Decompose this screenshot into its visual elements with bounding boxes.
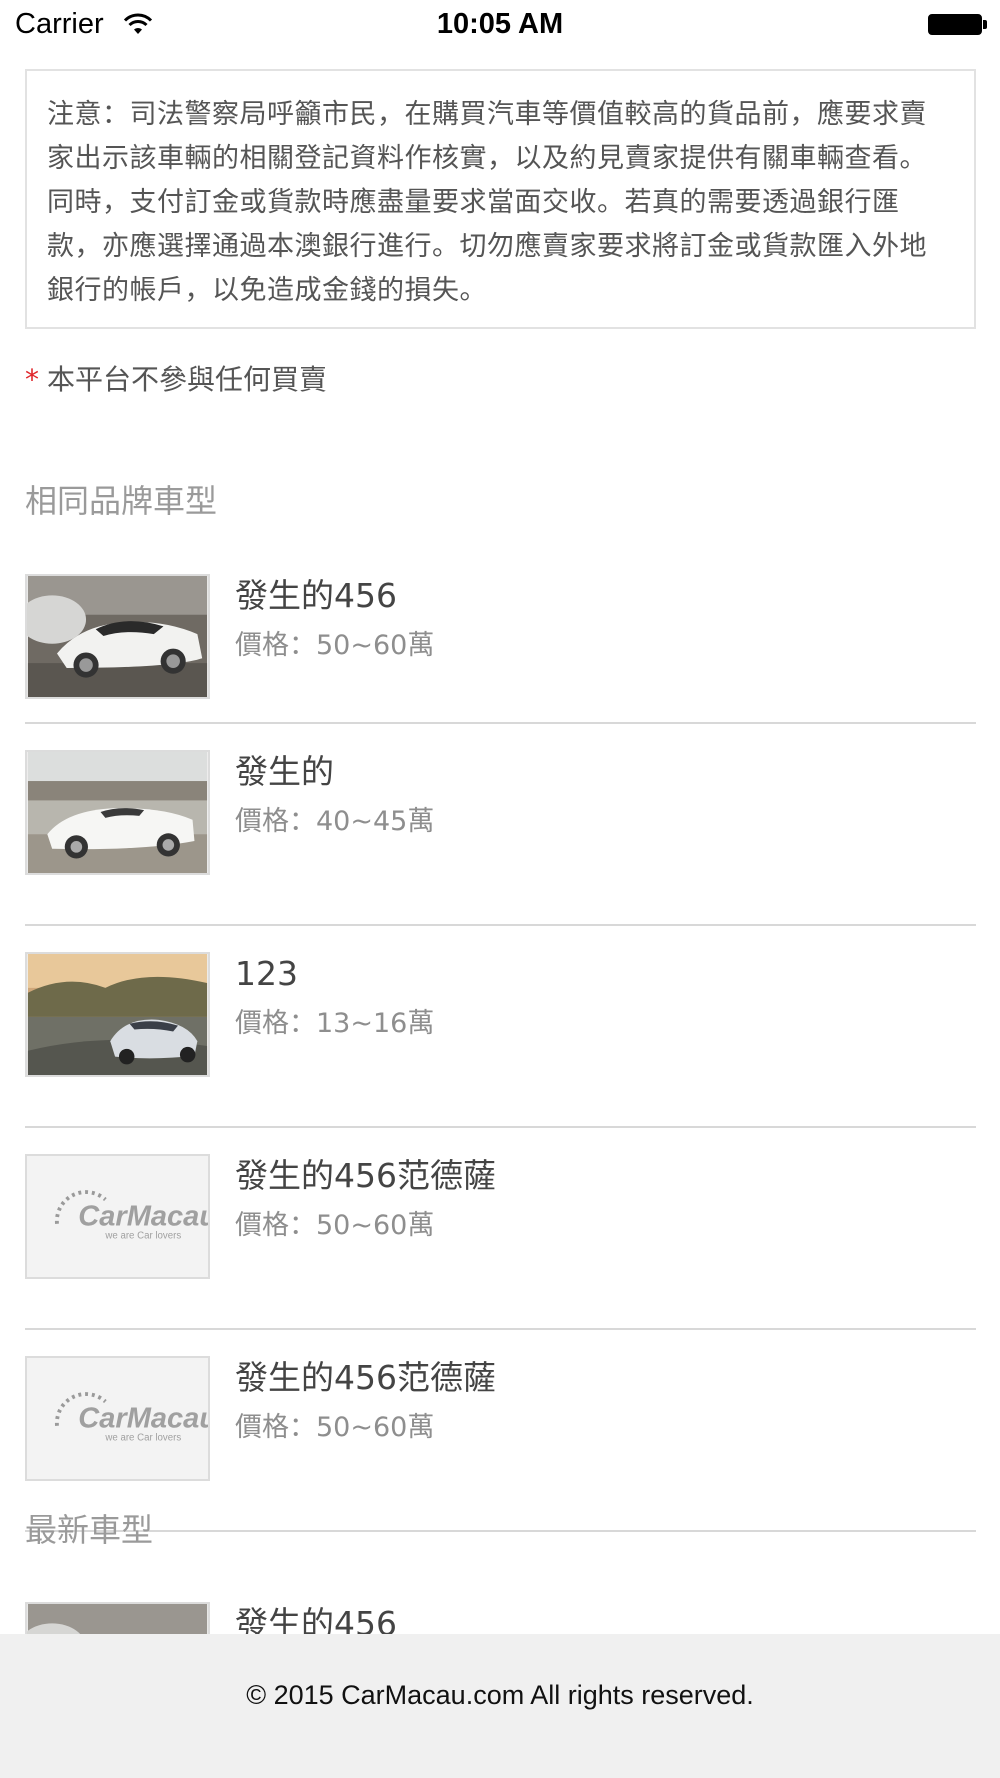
car-name: 發生的 (235, 752, 334, 791)
logo-tagline: we are Car lovers (104, 1432, 181, 1443)
battery-tip (983, 20, 987, 29)
logo-brand: CarMacau (78, 1403, 208, 1435)
car-item[interactable]: CarMacau we are Car lovers 發生的456范德薩 價格：… (25, 1154, 976, 1330)
car-price: 價格：50~60萬 (235, 1210, 435, 1241)
car-thumbnail-placeholder: CarMacau we are Car lovers (25, 1356, 210, 1481)
car-item[interactable]: 123 價格：13~16萬 (25, 952, 976, 1128)
car-thumbnail (25, 952, 210, 1077)
car-price: 價格：50~60萬 (235, 1412, 435, 1443)
section-title-latest: 最新車型 (25, 1511, 154, 1549)
car-item[interactable]: 發生的456 價格：50~60萬 (25, 574, 976, 724)
copyright-text: © 2015 CarMacau.com All rights reserved. (246, 1680, 754, 1710)
carmacau-logo: CarMacau we are Car lovers (54, 1190, 208, 1241)
car-price: 價格：13~16萬 (235, 1008, 435, 1039)
battery-icon (928, 14, 982, 35)
same-brand-list: 發生的456 價格：50~60萬 發生的 價格：40~45萬 123 價格：13… (25, 574, 976, 1532)
car-name: 發生的456 (235, 576, 397, 615)
car-thumbnail (25, 750, 210, 875)
car-item[interactable]: 發生的 價格：40~45萬 (25, 750, 976, 926)
logo-brand: CarMacau (78, 1201, 208, 1233)
footer: © 2015 CarMacau.com All rights reserved. (0, 1634, 1000, 1778)
logo-tagline: we are Car lovers (104, 1230, 181, 1241)
car-name: 123 (235, 954, 298, 993)
car-name: 發生的456范德薩 (235, 1358, 496, 1397)
car-name: 發生的456范德薩 (235, 1156, 496, 1195)
status-bar: Carrier 10:05 AM (0, 0, 1000, 50)
fraud-notice: 注意：司法警察局呼籲市民，在購買汽車等價值較高的貨品前，應要求賣家出示該車輛的相… (25, 69, 976, 329)
car-thumbnail (25, 574, 210, 699)
disclaimer: * 本平台不參與任何買賣 (25, 358, 327, 398)
carmacau-logo: CarMacau we are Car lovers (54, 1392, 208, 1443)
car-thumbnail-placeholder: CarMacau we are Car lovers (25, 1154, 210, 1279)
clock: 10:05 AM (436, 8, 564, 40)
car-item[interactable]: CarMacau we are Car lovers 發生的456范德薩 價格：… (25, 1356, 976, 1532)
car-price: 價格：40~45萬 (235, 806, 435, 837)
required-asterisk: * (25, 363, 39, 396)
car-price: 價格：50~60萬 (235, 630, 435, 661)
section-title-same-brand: 相同品牌車型 (25, 482, 218, 520)
disclaimer-text: 本平台不參與任何買賣 (47, 363, 328, 396)
screen: Carrier 10:05 AM 注意：司法警察局呼籲市民，在購買汽車等價值較高… (0, 0, 1000, 1778)
